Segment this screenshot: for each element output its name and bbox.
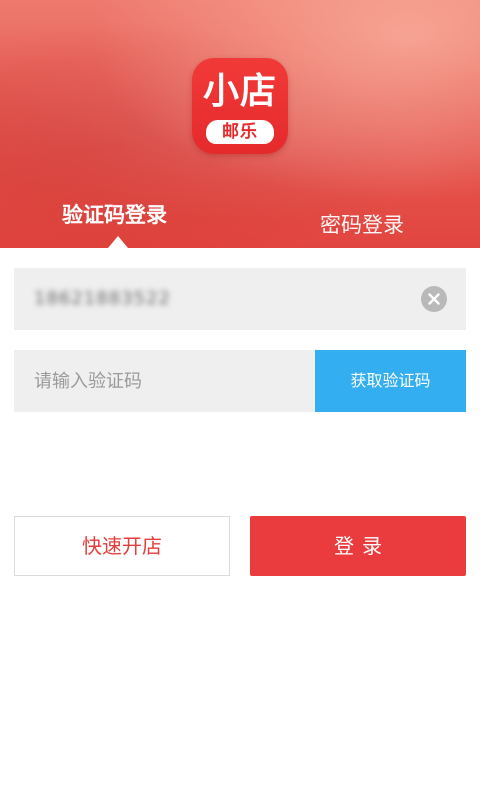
logo-text-top: 小店 (202, 71, 277, 112)
get-code-button[interactable]: 获取验证码 (315, 350, 466, 412)
active-tab-indicator (108, 236, 128, 248)
phone-value: 18621883522 (34, 288, 171, 309)
tab-sms-login[interactable]: 验证码登录 (62, 202, 167, 228)
app-logo: 小店 邮乐 (192, 58, 288, 154)
open-shop-button[interactable]: 快速开店 (14, 516, 230, 576)
clear-circle-icon[interactable] (421, 286, 447, 312)
logo-text-bottom: 邮乐 (206, 120, 274, 144)
phone-field[interactable]: 18621883522 (14, 268, 466, 330)
verification-code-row (14, 350, 315, 412)
verification-code-input[interactable] (14, 350, 315, 412)
tab-password-login[interactable]: 密码登录 (320, 212, 404, 238)
header-banner: 小店 邮乐 验证码登录 密码登录 (0, 0, 480, 248)
login-button[interactable]: 登录 (250, 516, 466, 576)
